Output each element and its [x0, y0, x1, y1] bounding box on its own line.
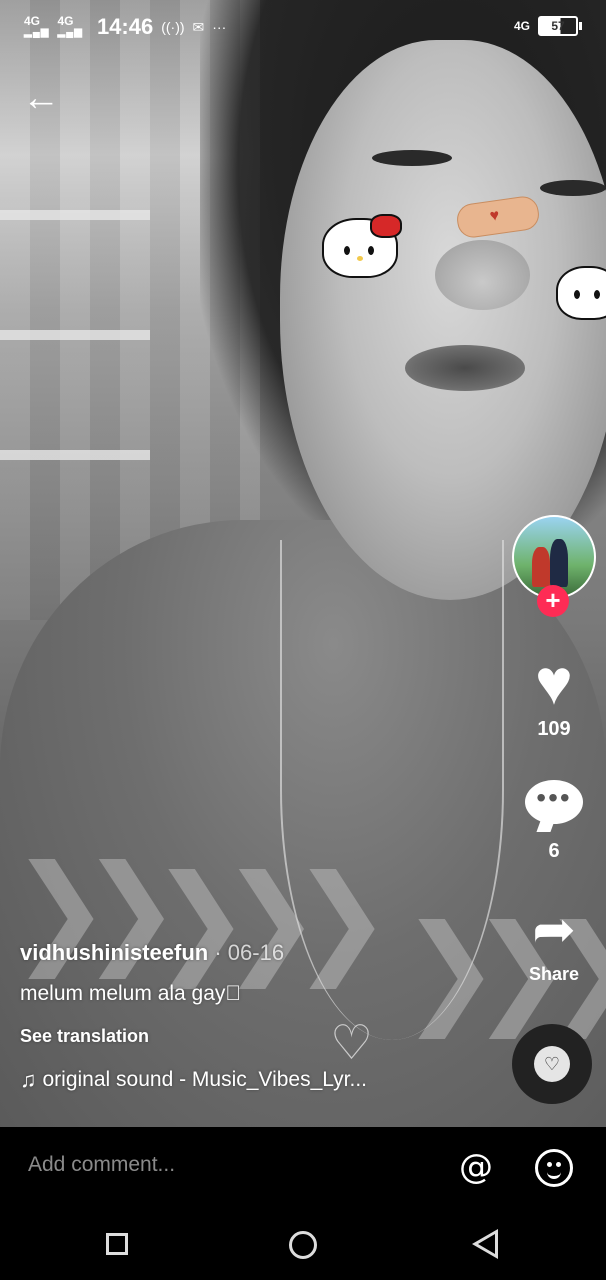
lips [405, 345, 525, 391]
more-notifications-icon: ··· [212, 19, 227, 35]
share-arrow-icon: ➦ [532, 901, 576, 959]
emoji-icon[interactable] [535, 1149, 573, 1187]
signal-icon: ▂▄▆ [57, 27, 83, 38]
shelf [0, 450, 150, 460]
heart-icon: ♥ [535, 646, 573, 718]
recents-icon[interactable] [106, 1233, 128, 1255]
eye [372, 150, 452, 166]
creator-avatar[interactable]: + [512, 515, 596, 617]
shelf [0, 330, 150, 340]
status-bar: 4G ▂▄▆ 4G ▂▄▆ 14:46 ((·)) ✉ ··· 4G 57 [0, 0, 606, 56]
like-count: 109 [537, 718, 571, 740]
sound-row[interactable]: ♫ original sound - Music_Vibes_Lyr... [20, 1067, 490, 1093]
post-description: melum melum ala gay  [20, 982, 242, 1005]
hotspot-icon: ((·)) [161, 19, 185, 35]
signal-icon: ▂▄▆ [24, 27, 50, 38]
share-button[interactable]: ➦ Share [512, 900, 596, 985]
follow-plus-icon[interactable]: + [537, 585, 569, 617]
share-label: Share [528, 964, 580, 984]
nose [435, 240, 530, 310]
sound-name[interactable]: original sound - Music_Vibes_Lyr... [43, 1068, 368, 1092]
clock: 14:46 [96, 14, 154, 39]
hello-kitty-sticker [556, 266, 606, 320]
home-icon[interactable] [289, 1231, 317, 1259]
network-indicator: 4G [513, 19, 530, 33]
status-left: 4G ▂▄▆ 4G ▂▄▆ 14:46 ((·)) ✉ ··· [24, 14, 226, 40]
caption: vidhushinisteefun · 06-16 melum melum al… [20, 940, 490, 1093]
post-date: · 06-16 [208, 940, 285, 965]
network-indicator: 4G ▂▄▆ [24, 14, 50, 38]
comment-bar: Add comment... @ [0, 1127, 606, 1209]
bow [370, 214, 402, 238]
tiktok-video-screen: ❯❯ ❯❯❯ ❯❯❯ ♥ ♡ 4G ▂▄▆ 4G ▂▄▆ 14:46 ((·))… [0, 0, 606, 1280]
mention-icon[interactable]: @ [457, 1149, 495, 1187]
add-comment-input[interactable]: Add comment... [28, 1153, 175, 1177]
status-right: 4G 57 [513, 16, 582, 36]
like-button[interactable]: ♥ 109 [512, 650, 596, 741]
music-disc-icon: ♡ [534, 1046, 570, 1082]
back-icon[interactable] [472, 1229, 498, 1259]
comment-count: 6 [548, 840, 560, 862]
shelf [0, 210, 150, 220]
battery-icon: 57 [538, 16, 582, 36]
eye [540, 180, 606, 196]
network-indicator: 4G ▂▄▆ [57, 14, 83, 38]
hello-kitty-sticker [322, 214, 402, 278]
username-row: vidhushinisteefun · 06-16 [20, 940, 490, 966]
comment-button[interactable]: ••• 6 [512, 780, 596, 863]
username[interactable]: vidhushinisteefun [20, 940, 208, 965]
mail-icon: ✉ [192, 18, 205, 35]
music-note-icon: ♫ [20, 1067, 37, 1092]
see-translation-link[interactable]: See translation [20, 1026, 490, 1047]
music-disc[interactable]: ♡ [512, 1024, 592, 1104]
android-nav-bar [0, 1209, 606, 1280]
back-arrow-icon[interactable]: ← [22, 78, 66, 122]
comment-icon: ••• [525, 780, 583, 824]
